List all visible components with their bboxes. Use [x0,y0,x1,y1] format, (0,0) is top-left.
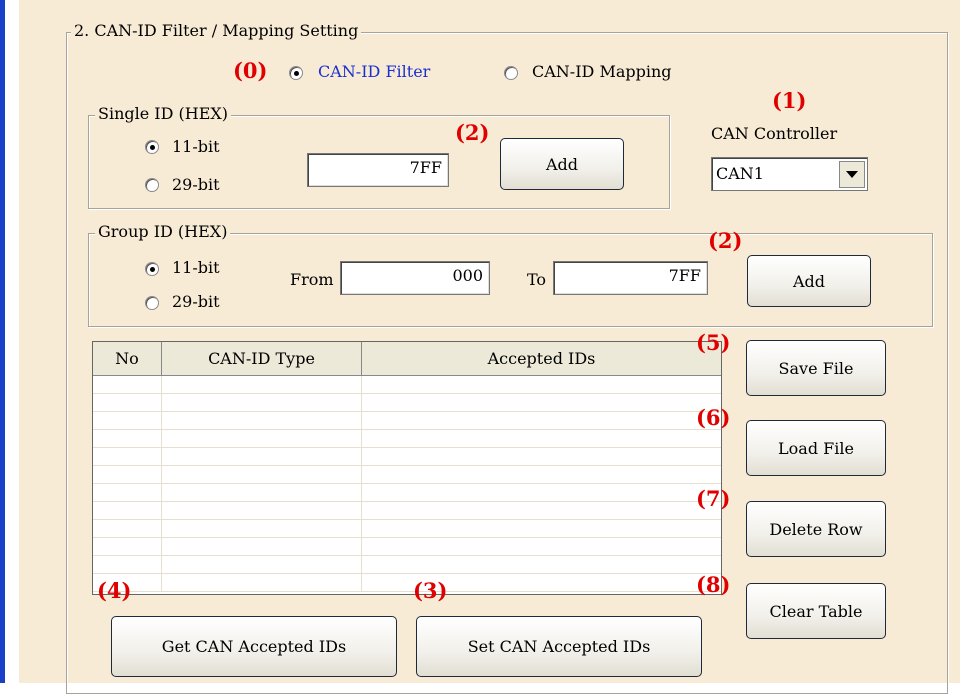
get-can-accepted-ids-button[interactable]: Get CAN Accepted IDs [111,616,397,677]
group-to-input[interactable]: 7FF [553,261,708,295]
table-cell[interactable] [162,574,362,592]
table-cell[interactable] [93,466,162,484]
annotation-get-ids: (4) [97,578,132,603]
save-file-button[interactable]: Save File [746,340,886,396]
radio-can-id-filter[interactable] [289,66,303,80]
table-cell[interactable] [93,502,162,520]
table-cell[interactable] [362,466,721,484]
table-cell[interactable] [93,484,162,502]
table-cell[interactable] [162,520,362,538]
table-cell[interactable] [162,556,362,574]
column-header-no[interactable]: No [93,342,162,376]
groupbox-title: 2. CAN-ID Filter / Mapping Setting [71,21,362,40]
annotation-mode: (0) [233,58,268,83]
table-cell[interactable] [162,538,362,556]
chevron-down-icon[interactable] [839,161,865,188]
load-file-button[interactable]: Load File [746,420,886,476]
to-label: To [527,270,547,289]
table-cell[interactable] [93,556,162,574]
group-from-input[interactable]: 000 [340,261,490,295]
window-margin [5,0,19,683]
table-cell[interactable] [93,538,162,556]
clear-table-button[interactable]: Clear Table [746,583,886,639]
annotation-controller: (1) [772,88,807,113]
annotation-set-ids: (3) [413,578,448,603]
radio-group-29bit[interactable] [145,296,159,310]
radio-can-id-mapping[interactable] [504,66,518,80]
label-group-29bit[interactable]: 29-bit [172,292,220,311]
radio-group-11bit[interactable] [145,262,159,276]
table-cell[interactable] [162,448,362,466]
table-cell[interactable] [362,520,721,538]
group-id-title: Group ID (HEX) [95,222,231,241]
radio-single-29bit[interactable] [145,178,159,192]
can-controller-select[interactable]: CAN1 [711,157,868,191]
table-cell[interactable] [162,502,362,520]
single-id-title: Single ID (HEX) [95,104,232,123]
column-header-can-id-type[interactable]: CAN-ID Type [162,342,362,376]
table-cell[interactable] [93,394,162,412]
set-can-accepted-ids-button[interactable]: Set CAN Accepted IDs [416,616,702,677]
table-cell[interactable] [162,394,362,412]
single-id-input[interactable]: 7FF [307,153,449,187]
annotation-group-add: (2) [708,228,743,253]
table-cell[interactable] [93,376,162,394]
table-cell[interactable] [362,502,721,520]
table-cell[interactable] [162,466,362,484]
table-cell[interactable] [362,448,721,466]
table-cell[interactable] [93,430,162,448]
annotation-clear-table: (8) [696,572,731,597]
table-cell[interactable] [362,556,721,574]
table-cell[interactable] [93,520,162,538]
accepted-ids-table[interactable]: No CAN-ID Type Accepted IDs [92,341,722,595]
single-add-button[interactable]: Add [500,138,624,190]
from-label: From [290,270,334,289]
label-single-11bit[interactable]: 11-bit [172,137,220,156]
label-group-11bit[interactable]: 11-bit [172,258,220,277]
delete-row-button[interactable]: Delete Row [746,501,886,557]
table-cell[interactable] [362,484,721,502]
table-cell[interactable] [362,376,721,394]
label-single-29bit[interactable]: 29-bit [172,175,220,194]
group-add-button[interactable]: Add [747,255,871,307]
annotation-single-add: (2) [455,120,490,145]
label-can-id-filter[interactable]: CAN-ID Filter [318,62,430,81]
table-cell[interactable] [93,412,162,430]
column-header-accepted-ids[interactable]: Accepted IDs [362,342,721,376]
label-can-id-mapping[interactable]: CAN-ID Mapping [532,62,672,81]
table-cell[interactable] [162,430,362,448]
table-cell[interactable] [362,394,721,412]
table-cell[interactable] [362,538,721,556]
table-cell[interactable] [362,430,721,448]
can-controller-value: CAN1 [716,164,764,183]
table-cell[interactable] [162,484,362,502]
annotation-save-file: (5) [696,330,731,355]
annotation-delete-row: (7) [696,486,731,511]
annotation-load-file: (6) [696,405,731,430]
radio-single-11bit[interactable] [145,140,159,154]
table-cell[interactable] [162,376,362,394]
can-controller-label: CAN Controller [711,124,838,143]
table-cell[interactable] [362,412,721,430]
table-cell[interactable] [93,448,162,466]
table-cell[interactable] [162,412,362,430]
